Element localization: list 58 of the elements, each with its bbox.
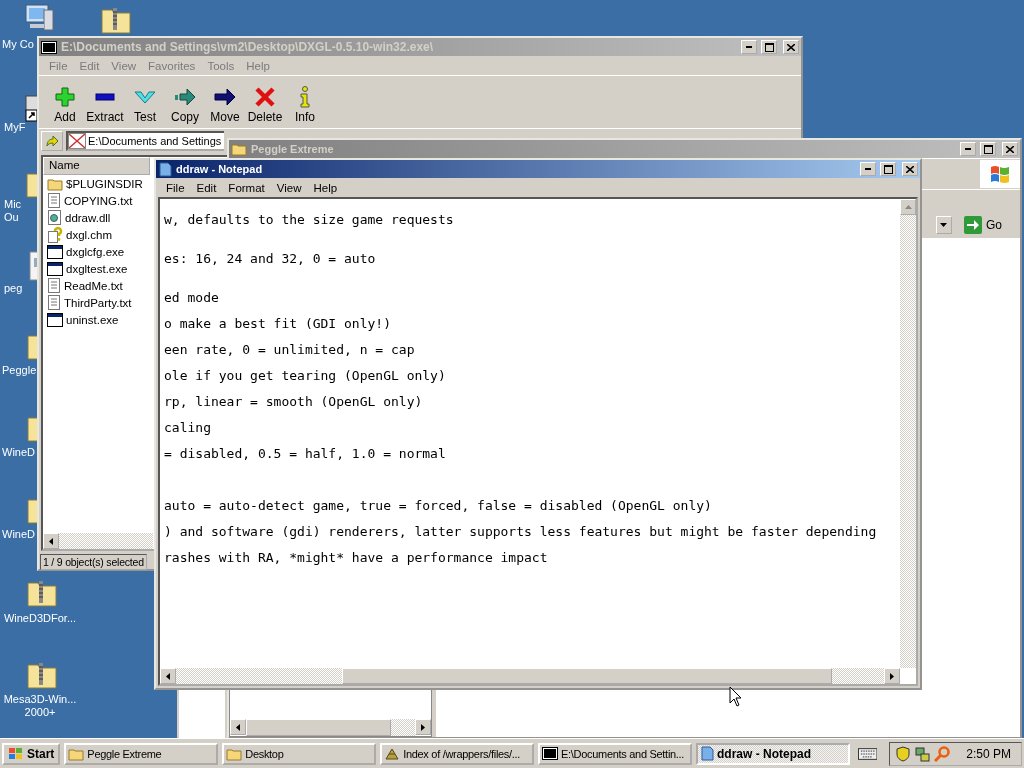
icon-label[interactable]: WineD — [2, 446, 35, 459]
text-line: ) and software (gdi) renderers, latter supports less features but might be faster depending — [164, 524, 877, 539]
text-line: o make a best fit (GDI only!) — [164, 316, 391, 331]
icon-label[interactable]: Peggle — [2, 364, 37, 377]
taskbar-button[interactable]: Index of /wrappers/files/... — [380, 742, 535, 765]
text-line: caling — [164, 420, 211, 435]
icon-label[interactable]: MyF — [4, 121, 26, 134]
toolbar-button[interactable]: Extract — [85, 86, 125, 124]
status-text: 1 / 9 object(s) selected — [40, 554, 147, 570]
text-line: rp, linear = smooth (OpenGL only) — [164, 394, 423, 409]
start-button[interactable]: Start — [2, 742, 61, 765]
taskbar-button[interactable]: ddraw - Notepad — [695, 742, 850, 765]
text-line: ed mode — [164, 290, 219, 305]
toolbar-button[interactable]: Move — [205, 86, 245, 124]
menu-item[interactable]: File — [160, 181, 191, 194]
toolbar-button[interactable]: Add — [45, 86, 85, 124]
icon-label[interactable]: WineD3DFor... — [3, 612, 77, 625]
menu-item[interactable]: Help — [307, 181, 344, 194]
file-name[interactable]: ThirdParty.txt — [64, 296, 132, 309]
icon-label[interactable]: Ou — [4, 211, 22, 224]
taskbar-button[interactable]: E:\Documents and Settin... — [538, 742, 692, 765]
toolbar-button[interactable]: Info — [285, 86, 325, 124]
icon-label[interactable]: Mic — [4, 198, 22, 211]
toolbar-button[interactable]: Copy — [165, 86, 205, 124]
text-line: auto = auto-detect game, true = forced, false = disabled (OpenGL only) — [164, 498, 712, 513]
go-button[interactable]: Go — [964, 216, 1016, 234]
window-title: Peggle Extreme — [251, 143, 334, 155]
file-name[interactable]: COPYING.txt — [64, 194, 133, 207]
icon-label[interactable]: WineD — [2, 528, 35, 541]
window-title: ddraw - Notepad — [176, 163, 263, 175]
taskbar-button[interactable]: Peggle Extreme — [64, 742, 219, 765]
toolbar-button[interactable]: Test — [125, 86, 165, 124]
icon-label[interactable]: Mesa3D-Win... — [3, 693, 77, 706]
taskbar-button[interactable]: Desktop — [222, 742, 377, 765]
file-name[interactable]: dxgltest.exe — [66, 262, 128, 275]
icon-label[interactable]: My Co — [2, 38, 34, 51]
text-line: rashes with RA, *might* have a performance impact — [164, 550, 548, 565]
file-name[interactable]: uninst.exe — [66, 313, 119, 326]
icon-label[interactable]: 2000+ — [24, 706, 56, 719]
address-field[interactable]: E:\Documents and Settings — [66, 131, 224, 151]
clock: 2:50 PM — [966, 746, 1012, 761]
text-line: een rate, 0 = unlimited, n = cap — [164, 342, 415, 357]
file-name[interactable]: dxgl.chm — [66, 228, 113, 241]
file-name[interactable]: $PLUGINSDIR — [66, 177, 143, 190]
text-line: ole if you get tearing (OpenGL only) — [164, 368, 446, 383]
menu-item[interactable]: Edit — [190, 181, 223, 194]
icon-label[interactable]: peg — [4, 282, 23, 295]
menu-item[interactable]: View — [270, 181, 308, 194]
column-header[interactable]: Name — [43, 157, 150, 175]
file-name[interactable]: ReadMe.txt — [64, 279, 123, 292]
text-line: es: 16, 24 and 32, 0 = auto — [164, 251, 376, 266]
toolbar-button[interactable]: Delete — [245, 86, 285, 124]
menu-item[interactable]: Format — [222, 181, 271, 194]
file-name[interactable]: dxglcfg.exe — [66, 245, 125, 258]
text-line: w, defaults to the size game requests — [164, 212, 454, 227]
text-line: = disabled, 0.5 = half, 1.0 = normal — [164, 446, 446, 461]
window-title: E:\Documents and Settings\vm2\Desktop\DXGL-0.5.10-win32.exe\ — [61, 40, 434, 54]
file-name[interactable]: ddraw.dll — [65, 211, 111, 224]
